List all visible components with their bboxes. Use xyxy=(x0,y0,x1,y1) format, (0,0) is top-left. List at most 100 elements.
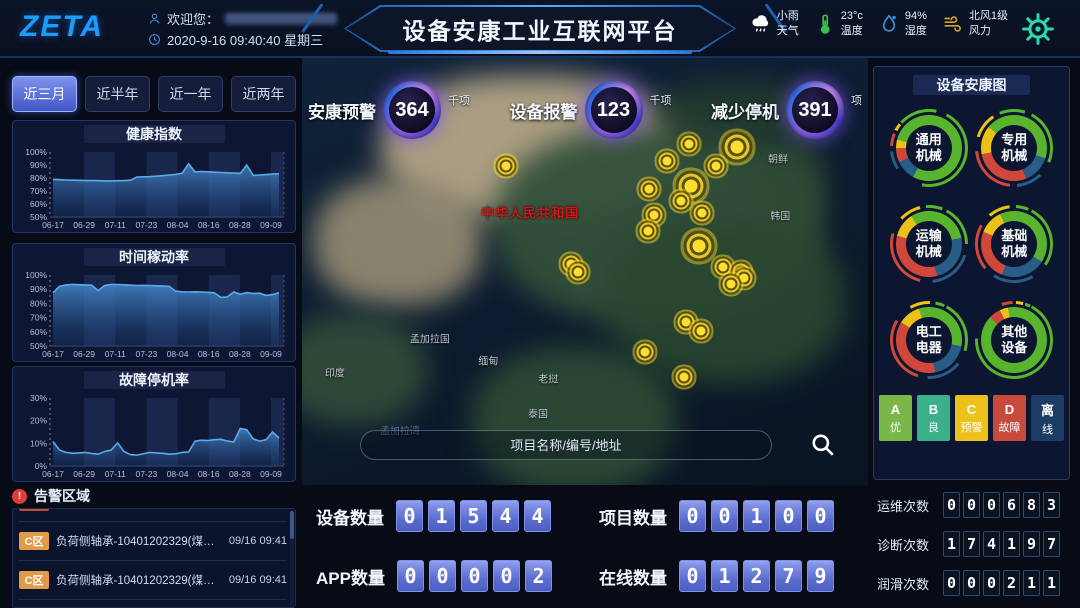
digit-box: 0 xyxy=(679,500,706,532)
weather-item-1: 23°c温度 xyxy=(814,9,863,39)
map-land-3 xyxy=(608,220,846,382)
ring-label: 基础机械 xyxy=(991,221,1037,267)
weather-label: 天气 xyxy=(777,24,799,39)
bottom-stat-3: 在线数量01279 xyxy=(585,560,868,592)
counter-row-1: 诊断次数174197 xyxy=(873,531,1070,557)
map-marker[interactable] xyxy=(677,197,686,206)
filter-button-1[interactable]: 近半年 xyxy=(85,76,150,112)
alerts-list: D区负荷侧轴承-10401202329(煤 引风电机...09/16 09:41… xyxy=(12,508,296,608)
map-marker[interactable] xyxy=(680,372,689,381)
counter-digit-box: 0 xyxy=(963,570,980,596)
weather-value: 北风1级 xyxy=(969,9,1008,24)
health-ring-5[interactable]: 其他设备 xyxy=(975,301,1053,379)
search-icon[interactable] xyxy=(810,432,836,458)
platform-title: 设备安康工业互联网平台 xyxy=(344,5,736,52)
filter-button-2[interactable]: 近一年 xyxy=(158,76,223,112)
digit-box: 0 xyxy=(396,500,423,532)
kpi-value: 123 xyxy=(585,81,643,139)
health-panel-title: 设备安康图 xyxy=(937,75,1007,95)
map-marker[interactable] xyxy=(698,209,707,218)
welcome-label: 欢迎您： xyxy=(167,9,219,28)
alert-zone-badge: C区 xyxy=(19,571,49,589)
health-ring-4[interactable]: 电工电器 xyxy=(890,301,968,379)
weather-text: 小雨天气 xyxy=(777,9,799,39)
top-header: ZETA 欢迎您： 2020-9-16 09:40:40 星期三 设备安康工业互… xyxy=(0,0,1080,58)
ring-label-line1: 其他 xyxy=(1001,324,1027,340)
ring-label: 运输机械 xyxy=(906,221,952,267)
svg-text:08-28: 08-28 xyxy=(229,469,251,479)
chart-svg-2: 06-1706-2907-1107-2308-0408-1608-2809-09… xyxy=(16,392,292,480)
health-ring-1[interactable]: 专用机械 xyxy=(975,109,1053,187)
digit-box: 2 xyxy=(525,560,552,592)
map-land-5 xyxy=(302,314,427,425)
digit-box: 0 xyxy=(397,560,424,592)
map-marker[interactable] xyxy=(740,273,749,282)
ring-label-line2: 机械 xyxy=(1001,244,1027,260)
svg-text:08-16: 08-16 xyxy=(198,220,220,230)
digit-box: 1 xyxy=(711,560,738,592)
map-marker[interactable] xyxy=(681,317,690,326)
health-ring-2[interactable]: 运输机械 xyxy=(890,205,968,283)
counter-digit-box: 1 xyxy=(943,531,960,557)
svg-text:70%: 70% xyxy=(30,186,47,196)
digit-box: 7 xyxy=(775,560,802,592)
alerts-scrollbar-thumb[interactable] xyxy=(290,511,294,539)
ring-label-line1: 专用 xyxy=(1001,132,1027,148)
health-ring-0[interactable]: 通用机械 xyxy=(890,109,968,187)
alert-row[interactable]: C区负荷侧轴承-10401202329(煤气引风机电...09/16 09:41 xyxy=(19,561,287,600)
legend-离: 离线 xyxy=(1031,395,1064,441)
map-marker[interactable] xyxy=(650,211,659,220)
title-accent xyxy=(388,51,692,54)
map-marker[interactable] xyxy=(711,162,720,171)
map-marker[interactable] xyxy=(719,262,728,271)
map-marker[interactable] xyxy=(684,180,697,193)
svg-text:07-11: 07-11 xyxy=(105,469,126,479)
datetime-text: 2020-9-16 09:40:40 星期三 xyxy=(167,30,323,49)
svg-text:60%: 60% xyxy=(30,199,47,209)
svg-text:08-04: 08-04 xyxy=(167,349,189,359)
legend-D: D故障 xyxy=(993,395,1026,441)
weather-item-3: 北风1级风力 xyxy=(942,9,1008,39)
map-marker[interactable] xyxy=(644,185,653,194)
maintenance-counters: 运维次数000683诊断次数174197润滑次数000211 xyxy=(873,492,1070,608)
legend-letter: 离 xyxy=(1041,400,1054,419)
filter-button-3[interactable]: 近两年 xyxy=(231,76,296,112)
weather-label: 湿度 xyxy=(905,24,927,39)
health-ring-3[interactable]: 基础机械 xyxy=(975,205,1053,283)
alerts-panel: ! 告警区域 D区负荷侧轴承-10401202329(煤 引风电机...09/1… xyxy=(12,486,296,608)
map-marker[interactable] xyxy=(643,226,652,235)
ring-label-line2: 机械 xyxy=(916,148,942,164)
digit-box: 0 xyxy=(775,500,802,532)
legend-letter: C xyxy=(967,402,976,417)
svg-text:08-28: 08-28 xyxy=(229,349,251,359)
bottom-stat-label: 在线数量 xyxy=(599,564,667,589)
alert-row[interactable]: C区负荷侧轴承-10401202329(煤气引风机电...09/16 09:41 xyxy=(19,522,287,561)
map-marker[interactable] xyxy=(697,326,706,335)
svg-text:06-29: 06-29 xyxy=(73,220,95,230)
chart-title: 健康指数 xyxy=(13,124,295,144)
counter-digit-box: 6 xyxy=(1003,492,1020,518)
alert-row[interactable]: C区齿轮箱输入端-10401202412(2#（2V）...09/16 09:4… xyxy=(19,600,287,608)
map-label-2: 印度 xyxy=(325,364,345,379)
map-marker[interactable] xyxy=(663,156,672,165)
weather-item-2: 94%湿度 xyxy=(878,9,927,39)
search-input[interactable] xyxy=(361,438,771,453)
counter-digit-box: 0 xyxy=(943,492,960,518)
weather-value: 23°c xyxy=(841,9,863,24)
map-marker[interactable] xyxy=(566,259,575,268)
alert-row[interactable]: D区负荷侧轴承-10401202329(煤 引风电机...09/16 09:41 xyxy=(19,508,287,522)
map-marker[interactable] xyxy=(727,279,736,288)
settings-gear-icon[interactable] xyxy=(1020,11,1056,47)
digit-box: 1 xyxy=(428,500,455,532)
filter-button-0[interactable]: 近三月 xyxy=(12,76,77,112)
chart-panel-1: 时间稼动率06-1706-2907-1107-2308-0408-1608-28… xyxy=(12,243,296,362)
bottom-stat-digits: 00002 xyxy=(397,560,552,592)
map-marker[interactable] xyxy=(574,267,583,276)
legend-label: 线 xyxy=(1042,421,1053,437)
legend-label: 预警 xyxy=(961,419,983,435)
map-marker[interactable] xyxy=(640,348,649,357)
map-marker[interactable] xyxy=(501,162,510,171)
map-marker[interactable] xyxy=(692,239,705,252)
digit-box: 0 xyxy=(429,560,456,592)
rain-icon xyxy=(750,13,772,35)
